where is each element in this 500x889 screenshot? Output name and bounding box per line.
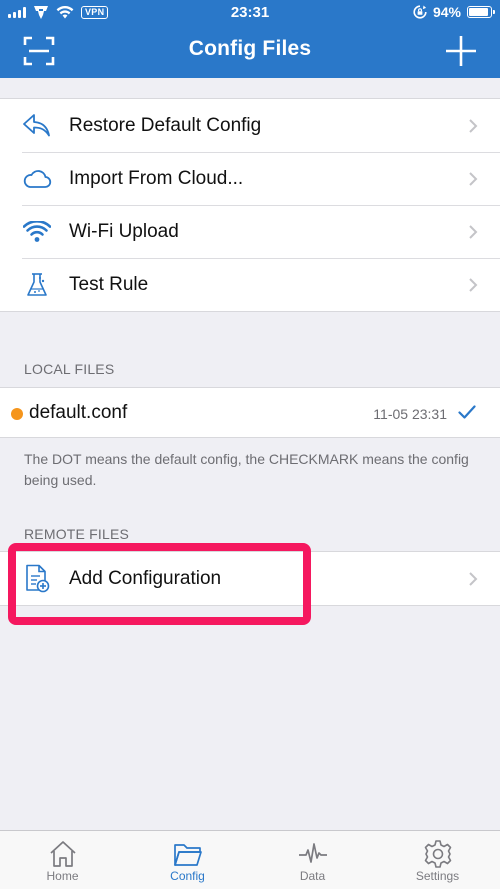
add-config-button[interactable] [443,33,479,69]
home-icon [50,841,76,867]
tab-label: Config [170,869,205,883]
menu-label: Import From Cloud... [69,167,244,189]
tab-label: Home [46,869,79,883]
tab-label: Data [299,869,326,883]
menu-label: Restore Default Config [69,114,262,136]
flask-icon [22,271,52,299]
local-file-row[interactable]: default.conf 11-05 23:31 [0,387,500,438]
remote-files-group: Add Configuration [0,551,500,606]
import-from-cloud-item[interactable]: Import From Cloud... [0,152,500,205]
tab-config[interactable]: Config [125,831,250,889]
tab-data[interactable]: Data [250,831,375,889]
pulse-icon [299,843,327,863]
battery-percent: 94% [432,4,461,20]
status-bar: VPN 23:31 94% [0,0,500,26]
chevron-right-icon [469,119,478,133]
page-title: Config Files [188,37,312,60]
cloud-icon [22,165,52,193]
plus-icon [446,36,476,66]
gear-icon [424,840,452,868]
default-config-dot [11,408,23,420]
chevron-right-icon [469,278,478,292]
file-date: 11-05 23:31 [373,406,447,422]
add-configuration-item[interactable]: Add Configuration [0,552,500,605]
wifi-icon [22,218,52,246]
tab-bar: Home Config Data Settings [0,830,500,889]
file-name: default.conf [29,402,128,423]
local-files-footnote: The DOT means the default config, the CH… [24,451,469,488]
folder-icon [174,844,202,866]
battery-icon [467,6,495,18]
restore-default-config-item[interactable]: Restore Default Config [0,99,500,152]
chevron-right-icon [469,225,478,239]
chevron-right-icon [469,572,478,586]
orientation-lock-icon [413,5,427,19]
menu-label: Wi-Fi Upload [69,220,179,242]
menu-label: Test Rule [69,273,149,295]
remote-files-header: REMOTE FILES [24,526,130,542]
test-rule-item[interactable]: Test Rule [0,258,500,311]
wifi-upload-item[interactable]: Wi-Fi Upload [0,205,500,258]
checkmark-icon [458,405,476,419]
config-actions-group: Restore Default Config Import From Cloud… [0,98,500,312]
restore-arrow-icon [22,112,52,140]
chevron-right-icon [469,172,478,186]
menu-label: Add Configuration [69,567,222,589]
add-document-icon [22,564,52,593]
tab-home[interactable]: Home [0,831,125,889]
top-bar: VPN 23:31 94% Config Files [0,0,500,78]
local-files-header: LOCAL FILES [24,361,115,377]
tab-label: Settings [415,869,460,883]
tab-settings[interactable]: Settings [375,831,500,889]
